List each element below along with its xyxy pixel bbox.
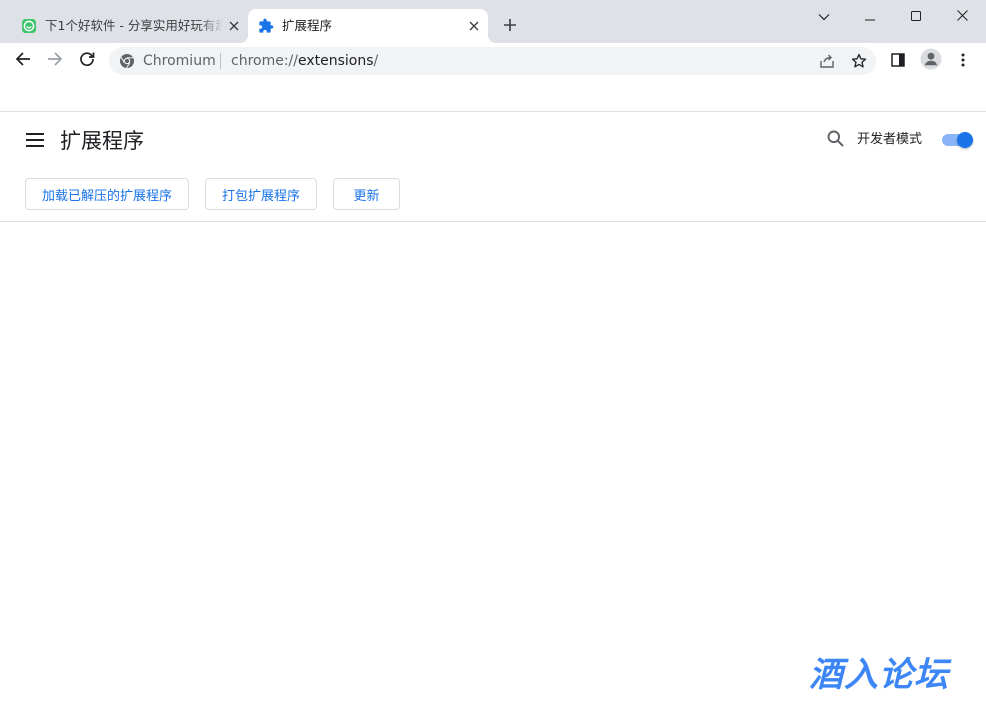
main-menu-button[interactable]	[22, 128, 48, 154]
more-vert-icon	[961, 52, 965, 71]
bookmark-star-icon[interactable]	[849, 51, 869, 71]
window-close-button[interactable]	[939, 0, 985, 30]
developer-mode-label: 开发者模式	[857, 132, 923, 147]
reload-icon	[79, 51, 95, 71]
developer-mode-toggle[interactable]	[940, 130, 974, 150]
search-extensions-button[interactable]	[822, 127, 848, 153]
new-tab-button[interactable]	[499, 15, 521, 37]
close-icon	[956, 6, 968, 25]
omnibox-url[interactable]: chrome://extensions/	[231, 47, 378, 75]
search-icon	[827, 130, 844, 151]
arrow-left-icon	[15, 51, 31, 71]
omnibox-separator	[220, 53, 221, 69]
url-scheme: chrome://	[231, 53, 298, 69]
watermark-logo: 酒入论坛	[809, 655, 949, 695]
chromium-site-icon	[119, 53, 135, 69]
side-panel-button[interactable]	[884, 47, 912, 75]
close-icon[interactable]	[466, 18, 482, 34]
tab-title: 扩展程序	[282, 18, 333, 33]
tab-extensions[interactable]: 扩展程序	[248, 9, 488, 43]
tab-strip: 下1个好软件 - 分享实用好玩有趣的软件 扩展程序	[0, 0, 986, 43]
maximize-icon	[911, 6, 921, 25]
close-icon[interactable]	[226, 18, 242, 34]
maximize-button[interactable]	[893, 0, 939, 30]
omnibox[interactable]: Chromium chrome://extensions/	[109, 47, 876, 75]
page-top-divider	[0, 111, 986, 112]
reload-button[interactable]	[73, 47, 101, 75]
plus-icon	[503, 17, 517, 36]
minimize-icon	[865, 6, 875, 25]
tab-search-button[interactable]	[801, 0, 847, 30]
avatar-icon	[920, 48, 942, 74]
toolbar-divider	[0, 221, 986, 222]
omnibox-site-name: Chromium	[143, 53, 216, 69]
forward-button[interactable]	[41, 47, 69, 75]
puzzle-piece-icon	[258, 18, 274, 34]
toolbar: Chromium chrome://extensions/	[0, 43, 986, 79]
url-path: /	[373, 53, 379, 69]
toggle-knob	[957, 132, 973, 148]
pack-extension-button[interactable]: 打包扩展程序	[205, 178, 317, 210]
side-panel-icon	[891, 52, 905, 71]
share-icon[interactable]	[817, 51, 837, 71]
back-button[interactable]	[9, 47, 37, 75]
tab-xia1ge[interactable]: 下1个好软件 - 分享实用好玩有趣的软件	[11, 9, 248, 43]
url-host: extensions	[298, 53, 374, 69]
page-title: 扩展程序	[60, 129, 144, 153]
tab-title: 下1个好软件 - 分享实用好玩有趣的软件	[45, 18, 223, 33]
minimize-button[interactable]	[847, 0, 893, 30]
chevron-down-icon	[818, 6, 830, 25]
green-smile-favicon-icon	[21, 18, 37, 34]
update-button[interactable]: 更新	[333, 178, 400, 210]
profile-button[interactable]	[917, 47, 945, 75]
arrow-right-icon	[47, 51, 63, 71]
load-unpacked-button[interactable]: 加载已解压的扩展程序	[25, 178, 189, 210]
menu-kebab-button[interactable]	[949, 47, 977, 75]
hamburger-menu-icon	[26, 132, 44, 151]
